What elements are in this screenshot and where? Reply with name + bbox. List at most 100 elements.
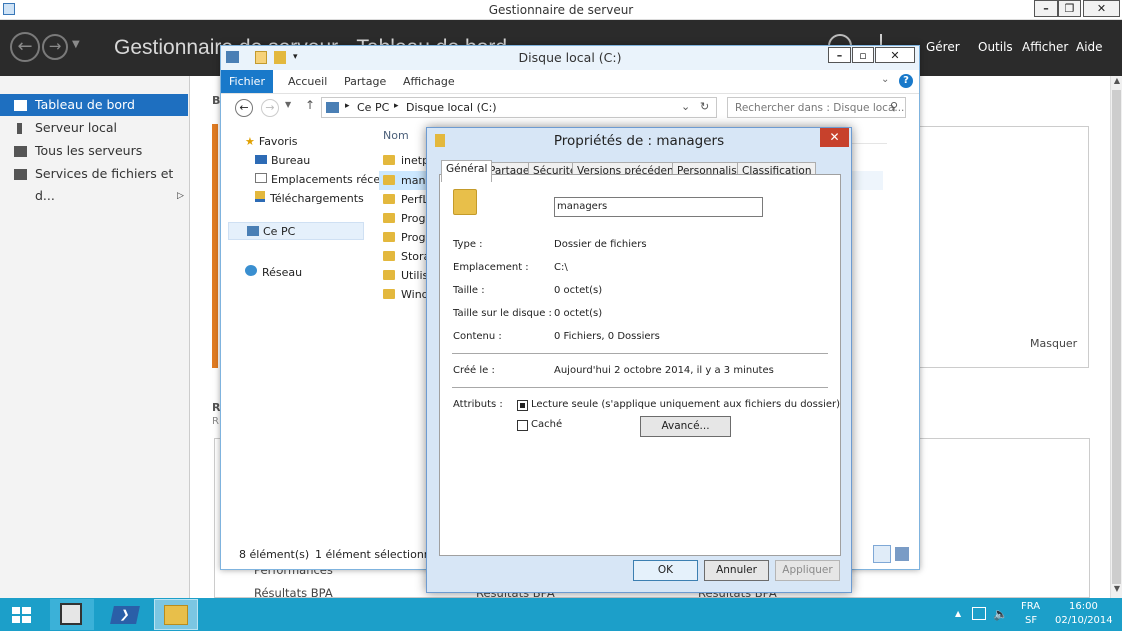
contents-label: Contenu : (453, 331, 502, 342)
input-language[interactable]: FRA (1021, 601, 1040, 612)
show-hidden-icons[interactable]: ▲ (955, 609, 961, 618)
back-icon[interactable]: ← (10, 32, 40, 62)
volume-tray-icon[interactable]: 🔈 (993, 607, 1008, 621)
maximize-button[interactable]: ❐ (1058, 0, 1081, 17)
tab-view[interactable]: Affichage (403, 75, 455, 88)
general-tab-panel: managers Type : Dossier de fichiers Empl… (439, 174, 841, 556)
forward-icon[interactable]: → (42, 34, 68, 60)
folder-icon (383, 289, 395, 299)
hide-link[interactable]: Masquer (1030, 337, 1077, 350)
star-icon: ★ (245, 135, 255, 148)
size-on-disk-value: 0 octet(s) (554, 308, 603, 319)
taskbar-file-explorer[interactable] (154, 599, 198, 630)
taskbar-server-manager[interactable] (50, 599, 94, 630)
close-button[interactable]: ✕ (1083, 0, 1120, 17)
powershell-icon: ❯ (110, 606, 140, 624)
menu-view[interactable]: Afficher (1022, 40, 1068, 54)
list-item[interactable]: Progr (383, 231, 430, 244)
sidebar-item-dashboard[interactable]: Tableau de bord (0, 94, 188, 116)
clock-time[interactable]: 16:00 (1069, 601, 1098, 612)
up-icon[interactable]: ↑ (305, 98, 315, 112)
tab-share[interactable]: Partage (344, 75, 386, 88)
menu-help[interactable]: Aide (1076, 40, 1103, 54)
column-header-name[interactable]: Nom (383, 129, 409, 142)
file-services-icon (14, 169, 27, 180)
nav-downloads[interactable]: Téléchargements (255, 191, 364, 205)
scroll-up-icon[interactable]: ▲ (1112, 76, 1122, 90)
windows-logo-icon (12, 607, 20, 614)
search-input[interactable]: Rechercher dans : Disque loca... ⚲ (727, 97, 906, 118)
address-input[interactable]: ▸ Ce PC ▸ Disque local (C:) ⌄ ↻ (321, 97, 717, 118)
welcome-tile (920, 126, 1089, 368)
readonly-checkbox[interactable] (517, 400, 528, 411)
network-tray-icon[interactable] (972, 607, 986, 620)
server-manager-sidebar: Tableau de bord Serveur local Tous les s… (0, 76, 190, 598)
vertical-scrollbar[interactable]: ▲ ▼ (1110, 76, 1122, 598)
menu-tools[interactable]: Outils (978, 40, 1013, 54)
tab-file[interactable]: Fichier (221, 70, 273, 93)
readonly-label: Lecture seule (s'applique uniquement aux… (531, 399, 841, 410)
keyboard-layout[interactable]: SF (1025, 615, 1037, 626)
network-icon (245, 265, 257, 276)
taskbar: ❯ ▲ 🔈 FRA SF 16:00 02/10/2014 (0, 598, 1122, 631)
scrollbar-thumb[interactable] (1112, 90, 1121, 584)
nav-desktop[interactable]: Bureau (255, 154, 310, 167)
list-item[interactable]: Progr (383, 212, 430, 225)
start-button[interactable] (0, 599, 44, 630)
list-item[interactable]: mana (383, 174, 432, 187)
clock-date[interactable]: 02/10/2014 (1055, 615, 1113, 626)
desktop-icon (255, 155, 267, 164)
attributes-label: Attributs : (453, 399, 503, 410)
advanced-button[interactable]: Avancé... (640, 416, 731, 437)
explorer-minimize-button[interactable]: – (828, 47, 851, 63)
sidebar-item-label: Tous les serveurs (35, 143, 143, 158)
folder-name-input[interactable]: managers (554, 197, 763, 217)
ok-button[interactable]: OK (633, 560, 698, 581)
forward-icon[interactable]: → (261, 99, 279, 117)
address-segment-drive[interactable]: Disque local (C:) (406, 101, 497, 114)
nav-network[interactable]: Réseau (245, 265, 302, 279)
cancel-button[interactable]: Annuler (704, 560, 769, 581)
nav-recent-places[interactable]: Emplacements récer (255, 173, 385, 186)
search-icon[interactable]: ⚲ (890, 100, 898, 113)
hidden-checkbox[interactable] (517, 420, 528, 431)
details-view-icon[interactable] (873, 545, 891, 563)
server-manager-icon (60, 603, 82, 625)
expand-ribbon-icon[interactable]: ⌄ (881, 74, 889, 85)
checkbox-indeterminate-icon (520, 403, 525, 408)
back-icon[interactable]: ← (235, 99, 253, 117)
contents-value: 0 Fichiers, 0 Dossiers (554, 331, 660, 342)
folder-icon (383, 194, 395, 204)
minimize-button[interactable]: – (1034, 0, 1058, 17)
tab-home[interactable]: Accueil (288, 75, 327, 88)
sidebar-item-local-server[interactable]: Serveur local (0, 117, 188, 139)
properties-dialog: Propriétés de : managers ✕ Général Parta… (426, 127, 852, 593)
type-label: Type : (453, 239, 483, 250)
scroll-down-icon[interactable]: ▼ (1112, 584, 1122, 598)
explorer-ribbon: Fichier Accueil Partage Affichage ⌄ ? (221, 70, 919, 94)
created-label: Créé le : (453, 365, 495, 376)
recent-locations-icon[interactable]: ▼ (285, 100, 291, 109)
address-segment-pc[interactable]: Ce PC (357, 101, 389, 114)
nav-label: Téléchargements (270, 192, 364, 205)
folder-icon (383, 232, 395, 242)
menu-manage[interactable]: Gérer (926, 40, 960, 54)
history-dropdown-icon[interactable]: ▼ (72, 39, 80, 50)
chevron-right-icon: ▷ (177, 191, 184, 201)
sidebar-item-file-services[interactable]: Services de fichiers et d... ▷ (0, 163, 188, 203)
tab-general[interactable]: Général (441, 160, 493, 182)
dialog-close-button[interactable]: ✕ (820, 128, 849, 147)
explorer-maximize-button[interactable]: ▫ (852, 47, 874, 63)
sidebar-item-all-servers[interactable]: Tous les serveurs (0, 140, 188, 162)
nav-this-pc[interactable]: Ce PC (228, 222, 364, 240)
address-dropdown-icon[interactable]: ⌄ (681, 100, 690, 113)
explorer-close-button[interactable]: ✕ (875, 47, 915, 63)
taskbar-powershell[interactable]: ❯ (102, 599, 146, 630)
refresh-icon[interactable]: ↻ (700, 100, 709, 113)
accent-bar (212, 124, 218, 368)
large-icons-view-icon[interactable] (895, 547, 909, 561)
type-value: Dossier de fichiers (554, 239, 647, 250)
apply-button[interactable]: Appliquer (775, 560, 840, 581)
nav-favorites[interactable]: ★ Favoris (245, 135, 297, 148)
help-icon[interactable]: ? (899, 74, 913, 88)
